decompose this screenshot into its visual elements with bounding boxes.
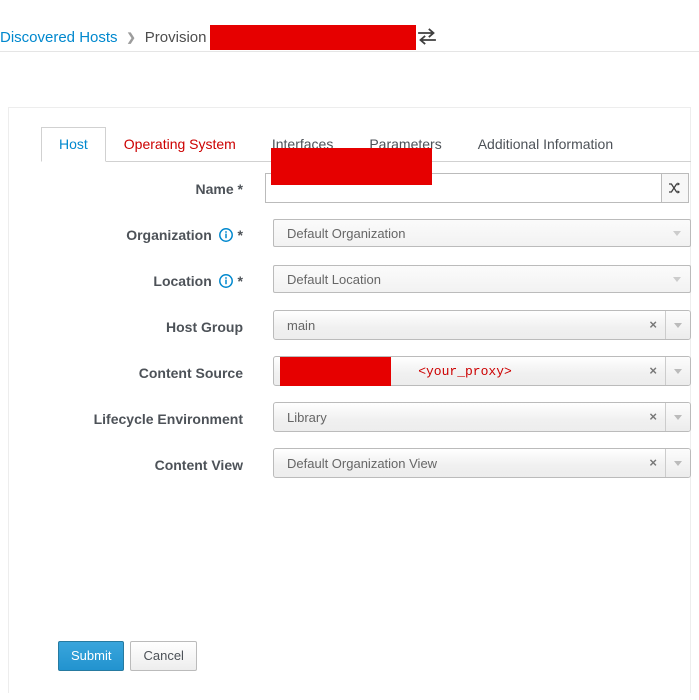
clear-icon[interactable]: × xyxy=(649,317,657,333)
host-group-select[interactable]: main × xyxy=(273,310,691,340)
content-view-select[interactable]: Default Organization View × xyxy=(273,448,691,478)
field-lifecycle-environment: Library × xyxy=(265,401,692,437)
host-form: Name * Organization * Default Organizati… xyxy=(9,148,692,493)
field-location: Default Location xyxy=(265,263,692,299)
lifecycle-environment-select[interactable]: Library × xyxy=(273,402,691,432)
chevron-down-icon xyxy=(673,231,681,236)
required-marker-name: * xyxy=(237,181,243,197)
breadcrumb-redacted-hostname xyxy=(210,24,417,50)
lifecycle-environment-select-value: Library xyxy=(287,410,327,425)
form-row-organization: Organization * Default Organization xyxy=(9,217,692,263)
chevron-down-icon[interactable] xyxy=(665,311,690,339)
tab-operating-system[interactable]: Operating System xyxy=(106,127,254,162)
provision-form-card: Host Operating System Interfaces Paramet… xyxy=(8,107,691,693)
content-source-redacted-block xyxy=(280,357,391,386)
host-group-select-value: main xyxy=(287,318,316,333)
form-row-content-view: Content View Default Organization View × xyxy=(9,447,692,493)
label-location: Location * xyxy=(9,271,243,293)
info-circle-icon[interactable] xyxy=(218,273,233,293)
label-location-text: Location xyxy=(153,273,212,289)
form-row-lifecycle-environment: Lifecycle Environment Library × xyxy=(9,401,692,447)
breadcrumb-link-discovered-hosts[interactable]: Discovered Hosts xyxy=(0,29,118,46)
organization-select-value: Default Organization xyxy=(287,226,406,241)
label-content-view: Content View xyxy=(154,457,243,473)
label-organization-text: Organization xyxy=(126,227,212,243)
location-select[interactable]: Default Location xyxy=(273,265,691,293)
field-name xyxy=(265,148,692,207)
content-source-select[interactable]: <your_proxy> × xyxy=(273,356,691,386)
chevron-down-icon[interactable] xyxy=(665,403,690,431)
shuffle-icon[interactable] xyxy=(661,173,689,203)
breadcrumb-separator-icon: ❯ xyxy=(126,31,136,44)
location-select-value: Default Location xyxy=(287,272,381,287)
breadcrumb: Discovered Hosts ❯ Provision xyxy=(0,24,417,50)
form-row-location: Location * Default Location xyxy=(9,263,692,309)
content-view-select-value: Default Organization View xyxy=(287,456,438,471)
chevron-down-icon xyxy=(673,277,681,282)
breadcrumb-bar: Discovered Hosts ❯ Provision xyxy=(0,0,699,52)
form-actions: Submit Cancel xyxy=(58,641,197,671)
clear-icon[interactable]: × xyxy=(649,455,657,471)
field-organization: Default Organization xyxy=(265,217,692,253)
required-marker-location: * xyxy=(237,273,243,289)
field-content-source: <your_proxy> × xyxy=(265,355,692,391)
clear-icon[interactable]: × xyxy=(649,363,657,379)
submit-button[interactable]: Submit xyxy=(58,641,125,671)
label-content-source: Content Source xyxy=(138,365,243,381)
clear-icon[interactable]: × xyxy=(649,409,657,425)
required-marker-organization: * xyxy=(237,227,243,243)
tab-host[interactable]: Host xyxy=(41,127,106,162)
form-row-host-group: Host Group main × xyxy=(9,309,692,355)
field-host-group: main × xyxy=(265,309,692,345)
label-name-text: Name xyxy=(195,181,234,197)
cancel-button[interactable]: Cancel xyxy=(130,641,197,671)
chevron-down-icon[interactable] xyxy=(665,449,690,477)
label-organization: Organization * xyxy=(9,225,243,247)
exchange-arrows-icon[interactable] xyxy=(416,26,438,48)
label-lifecycle-environment: Lifecycle Environment xyxy=(93,411,243,427)
label-host-group: Host Group xyxy=(166,319,243,335)
info-circle-icon[interactable] xyxy=(218,227,233,247)
chevron-down-icon[interactable] xyxy=(665,357,690,385)
label-name: Name * xyxy=(9,179,243,199)
form-row-name: Name * xyxy=(9,148,692,217)
tab-additional-information[interactable]: Additional Information xyxy=(460,127,631,162)
organization-select[interactable]: Default Organization xyxy=(273,219,691,247)
name-redacted-block xyxy=(271,148,432,185)
form-row-content-source: Content Source <your_proxy> × xyxy=(9,355,692,401)
field-content-view: Default Organization View × xyxy=(265,447,692,483)
breadcrumb-current-provision: Provision xyxy=(144,28,207,46)
